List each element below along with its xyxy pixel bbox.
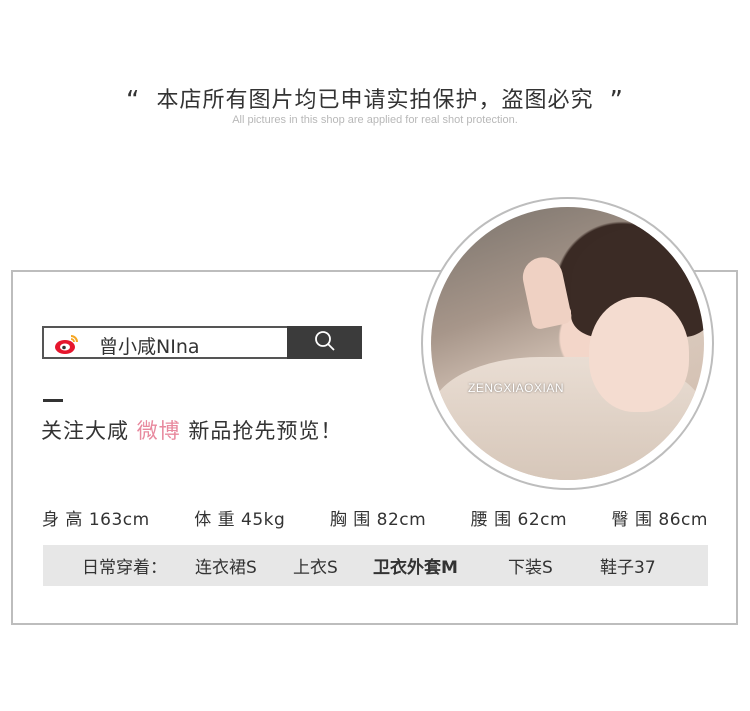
close-quote: ” xyxy=(609,86,624,116)
stat-bust: 胸 围 82cm xyxy=(329,510,427,530)
model-photo: ZENGXIAOXIAN xyxy=(431,207,704,480)
magnifier-icon xyxy=(313,329,337,357)
notice-text: 本店所有图片均已申请实拍保护，盗图必究 xyxy=(156,88,594,113)
wear-bottoms: 下装S xyxy=(508,558,553,578)
stat-height: 身 高 163cm xyxy=(42,510,150,530)
weibo-search-box[interactable]: 曾小咸NIna xyxy=(42,326,362,359)
weibo-icon xyxy=(54,333,80,355)
weibo-account-name: 曾小咸NIna xyxy=(99,336,200,358)
stat-weight: 体 重 45kg xyxy=(194,510,286,530)
weibo-highlight: 微博 xyxy=(136,419,181,443)
wear-shoes: 鞋子37 xyxy=(600,558,656,578)
body-measurements: 身 高 163cm 体 重 45kg 胸 围 82cm 腰 围 62cm 臀 围… xyxy=(42,505,708,530)
follow-text: 关注大咸 微博 新品抢先预览！ xyxy=(41,419,343,443)
search-button[interactable] xyxy=(287,326,362,359)
copyright-notice: “ 本店所有图片均已申请实拍保护，盗图必究 ” xyxy=(0,82,750,116)
notice-english: All pictures in this shop are applied fo… xyxy=(232,114,518,126)
wear-title: 日常穿着： xyxy=(82,558,167,578)
wear-top: 上衣S xyxy=(293,558,338,578)
wear-hoodie-jacket: 卫衣外套M xyxy=(373,558,458,578)
stat-waist: 腰 围 62cm xyxy=(470,510,568,530)
stat-hip: 臀 围 86cm xyxy=(611,510,708,530)
photo-watermark: ZENGXIAOXIAN xyxy=(468,381,565,395)
open-quote: “ xyxy=(126,86,141,116)
wear-dress: 连衣裙S xyxy=(195,558,257,578)
divider-bar xyxy=(43,399,63,402)
daily-wear-sizes: 日常穿着： 连衣裙S 上衣S 卫衣外套M 下装S 鞋子37 xyxy=(43,545,708,586)
